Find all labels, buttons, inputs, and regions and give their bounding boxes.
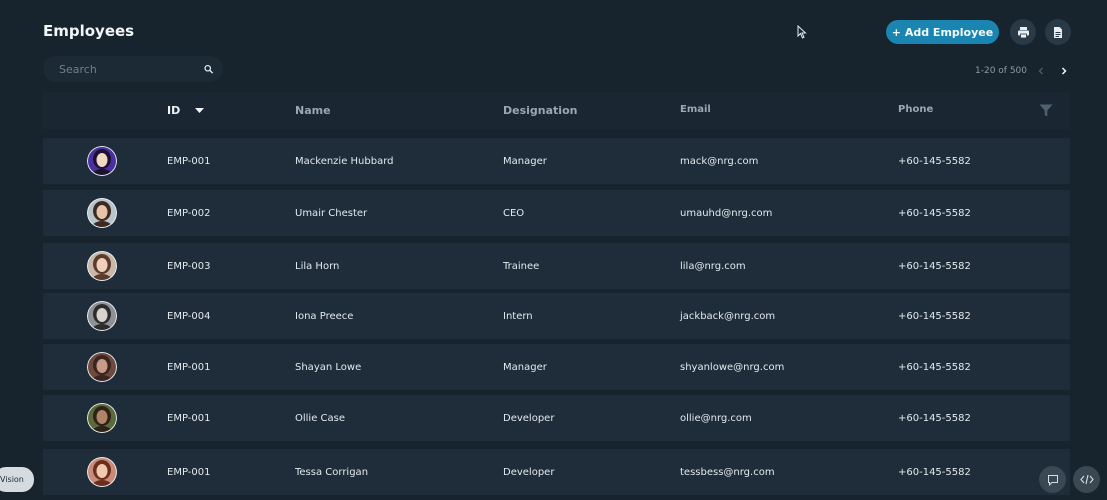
avatar <box>87 146 117 176</box>
code-button[interactable] <box>1073 466 1100 493</box>
table-row[interactable]: EMP-002 Umair Chester CEO umauhd@nrg.com +60… <box>43 190 1070 236</box>
cell-designation: Developer <box>503 412 555 424</box>
code-icon <box>1079 474 1094 485</box>
search-input[interactable] <box>59 62 204 76</box>
table-row[interactable]: EMP-001 Ollie Case Developer ollie@nrg.com +… <box>43 395 1070 441</box>
cell-name: Lila Horn <box>295 260 340 272</box>
cell-email: ollie@nrg.com <box>680 412 752 424</box>
column-header-email[interactable]: Email <box>680 91 711 128</box>
avatar <box>87 403 117 433</box>
cell-designation: Intern <box>503 310 533 322</box>
avatar <box>87 301 117 331</box>
cell-phone: +60-145-5582 <box>898 155 971 167</box>
cell-email: lila@nrg.com <box>680 260 746 272</box>
pagination-range: 1-20 of 500 <box>975 66 1028 76</box>
filter-button[interactable] <box>1039 92 1053 129</box>
next-page-button[interactable] <box>1057 64 1071 78</box>
avatar <box>87 251 117 281</box>
cell-name: Iona Preece <box>295 310 354 322</box>
search-bar <box>43 56 223 82</box>
cell-name: Shayan Lowe <box>295 361 362 373</box>
cell-phone: +60-145-5582 <box>898 310 971 322</box>
comment-icon <box>1047 474 1058 486</box>
cell-designation: Manager <box>503 155 547 167</box>
previous-page-button[interactable] <box>1034 64 1048 78</box>
avatar <box>87 198 117 228</box>
print-button[interactable] <box>1010 19 1036 45</box>
cell-id: EMP-001 <box>167 466 211 478</box>
vision-tag[interactable]: Vision <box>0 467 34 492</box>
search-icon[interactable] <box>204 63 213 75</box>
cell-id: EMP-003 <box>167 260 211 272</box>
cell-id: EMP-001 <box>167 155 211 167</box>
sort-down-icon <box>195 108 205 113</box>
cell-email: umauhd@nrg.com <box>680 207 773 219</box>
export-document-button[interactable] <box>1045 19 1071 45</box>
cell-email: mack@nrg.com <box>680 155 759 167</box>
page-title: Employees <box>43 22 135 40</box>
cell-name: Tessa Corrigan <box>295 466 369 478</box>
table-header: ID Name Designation Email Phone <box>43 92 1070 129</box>
cell-phone: +60-145-5582 <box>898 361 971 373</box>
avatar <box>87 352 117 382</box>
cell-phone: +60-145-5582 <box>898 207 971 219</box>
filter-icon <box>1039 104 1053 117</box>
cell-phone: +60-145-5582 <box>898 260 971 272</box>
cell-phone: +60-145-5582 <box>898 466 971 478</box>
cell-id: EMP-001 <box>167 412 211 424</box>
cell-id: EMP-004 <box>167 310 211 322</box>
cell-id: EMP-001 <box>167 361 211 373</box>
cell-name: Mackenzie Hubbard <box>295 155 394 167</box>
cell-name: Umair Chester <box>295 207 368 219</box>
document-icon <box>1054 26 1062 38</box>
cell-email: tessbess@nrg.com <box>680 466 775 478</box>
add-employee-button[interactable]: + Add Employee <box>886 20 999 44</box>
cell-designation: Manager <box>503 361 547 373</box>
cell-email: shyanlowe@nrg.com <box>680 361 785 373</box>
cell-email: jackback@nrg.com <box>680 310 776 322</box>
printer-icon <box>1017 26 1029 38</box>
table-row[interactable]: EMP-003 Lila Horn Trainee lila@nrg.com +60-1… <box>43 243 1070 289</box>
column-header-phone[interactable]: Phone <box>898 91 933 128</box>
column-header-id[interactable]: ID <box>167 92 205 129</box>
table-row[interactable]: EMP-001 Mackenzie Hubbard Manager mack@nrg.… <box>43 138 1070 184</box>
cell-phone: +60-145-5582 <box>898 412 971 424</box>
cell-designation: Developer <box>503 466 555 478</box>
column-header-id-label: ID <box>167 104 181 117</box>
chevron-left-icon <box>1038 67 1043 75</box>
column-header-designation[interactable]: Designation <box>503 92 577 129</box>
cell-id: EMP-002 <box>167 207 211 219</box>
mouse-cursor-icon <box>797 25 807 39</box>
chevron-right-icon <box>1061 67 1067 75</box>
table-row[interactable]: EMP-004 Iona Preece Intern jackback@nrg.com… <box>43 293 1070 339</box>
column-header-name[interactable]: Name <box>295 92 331 129</box>
cell-name: Ollie Case <box>295 412 346 424</box>
table-row[interactable]: EMP-001 Shayan Lowe Manager shyanlowe@nrg.c… <box>43 344 1070 390</box>
cell-designation: Trainee <box>503 260 540 272</box>
cell-designation: CEO <box>503 207 525 219</box>
comment-button[interactable] <box>1039 466 1066 493</box>
table-row[interactable]: EMP-001 Tessa Corrigan Developer tessbess@n… <box>43 449 1070 495</box>
avatar <box>87 457 117 487</box>
